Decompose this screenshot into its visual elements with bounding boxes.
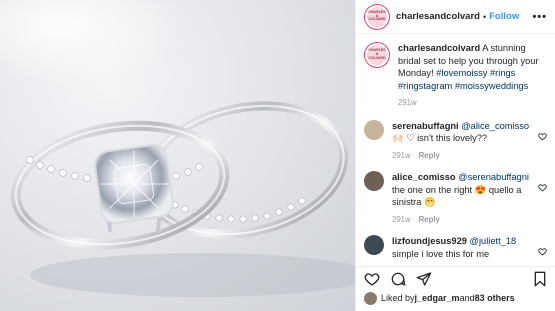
- post-caption: CHARLES & COLVARD charlesandcolvard A st…: [364, 42, 547, 110]
- more-horizontal-icon[interactable]: •••: [532, 11, 547, 23]
- comment-icon: [391, 272, 406, 286]
- comment-username[interactable]: serenabuffagni: [392, 121, 459, 131]
- instagram-post-modal: CHARLES & COLVARD charlesandcolvard • Fo…: [0, 0, 555, 311]
- save-button[interactable]: [533, 271, 547, 287]
- comment-meta: 291w Reply: [392, 150, 534, 163]
- header-separator: •: [482, 11, 487, 22]
- comment-time[interactable]: 291w: [392, 151, 411, 160]
- comment-body: alice_comisso @serenabuffagni the one on…: [392, 171, 534, 226]
- like-button[interactable]: [364, 271, 380, 287]
- comment-button[interactable]: [390, 271, 406, 287]
- post-sidebar: CHARLES & COLVARD charlesandcolvard • Fo…: [355, 0, 555, 311]
- heart-icon: [364, 272, 380, 286]
- bookmark-icon: [534, 271, 546, 286]
- comments-feed[interactable]: CHARLES & COLVARD charlesandcolvard A st…: [356, 34, 555, 260]
- comment-text: simple i love this for me: [392, 248, 490, 259]
- brand-avatar-text: CHARLES & COLVARD: [368, 9, 386, 22]
- liker-avatar[interactable]: [364, 291, 377, 305]
- caption-avatar[interactable]: CHARLES & COLVARD: [364, 42, 390, 68]
- comment-text: the one on the right 😍 quello a sinistra…: [392, 184, 522, 208]
- liker-username[interactable]: j_edgar_m: [415, 293, 460, 303]
- comment-text: 🙌🏻 ♡ isn't this lovely??: [392, 133, 488, 143]
- caption-avatar-text: CHARLES & COLVARD: [368, 48, 386, 60]
- likes-middle: and: [459, 293, 475, 303]
- comment-body: lizfoundjesus929 @juliett_18 simple i lo…: [392, 235, 534, 260]
- share-button[interactable]: [416, 271, 432, 287]
- brand-avatar-logo: CHARLES & COLVARD: [367, 6, 387, 27]
- brand-avatar[interactable]: CHARLES & COLVARD: [364, 3, 390, 30]
- rings-illustration: [0, 0, 355, 297]
- comment-username[interactable]: lizfoundjesus929: [392, 236, 467, 246]
- reply-button[interactable]: Reply: [419, 151, 440, 160]
- heart-outline-icon[interactable]: [538, 183, 547, 192]
- caption-meta: 291w: [398, 97, 547, 110]
- comment-meta: 291w Reply: [392, 214, 534, 227]
- heart-outline-icon[interactable]: [538, 247, 547, 256]
- likes-others-link[interactable]: 83 others: [475, 293, 515, 303]
- comment-mention[interactable]: @alice_comisso: [461, 121, 529, 131]
- caption-username[interactable]: charlesandcolvard: [398, 43, 480, 53]
- comment-item: serenabuffagni @alice_comisso 🙌🏻 ♡ isn't…: [364, 119, 547, 163]
- caption-body: charlesandcolvard A stunning bridal set …: [398, 42, 547, 110]
- rings-shadow: [30, 253, 355, 297]
- comment-time[interactable]: 291w: [392, 215, 411, 224]
- action-bar: [356, 266, 555, 290]
- post-author-username[interactable]: charlesandcolvard: [396, 11, 480, 22]
- comment-body: serenabuffagni @alice_comisso 🙌🏻 ♡ isn't…: [392, 120, 534, 163]
- likes-summary: Liked by j_edgar_m and 83 others: [364, 291, 547, 305]
- comment-mention[interactable]: @serenabuffagni: [458, 172, 529, 182]
- likes-prefix: Liked by: [381, 293, 415, 303]
- comment-item: lizfoundjesus929 @juliett_18 simple i lo…: [364, 235, 547, 260]
- comment-username[interactable]: alice_comisso: [392, 172, 456, 182]
- commenter-avatar[interactable]: [364, 119, 384, 140]
- follow-button[interactable]: Follow: [489, 11, 519, 22]
- commenter-avatar[interactable]: [364, 171, 384, 191]
- reply-button[interactable]: Reply: [419, 215, 440, 224]
- commenter-avatar[interactable]: [364, 235, 384, 255]
- light-flare: [0, 0, 180, 85]
- comment-mention[interactable]: @juliett_18: [470, 236, 517, 246]
- caption-time[interactable]: 291w: [398, 98, 417, 107]
- caption-avatar-logo: CHARLES & COLVARD: [367, 45, 387, 65]
- heart-outline-icon[interactable]: [538, 132, 547, 141]
- share-icon: [416, 271, 432, 286]
- post-header: CHARLES & COLVARD charlesandcolvard • Fo…: [356, 0, 555, 34]
- post-photo[interactable]: [0, 0, 355, 311]
- comment-item: alice_comisso @serenabuffagni the one on…: [364, 171, 547, 226]
